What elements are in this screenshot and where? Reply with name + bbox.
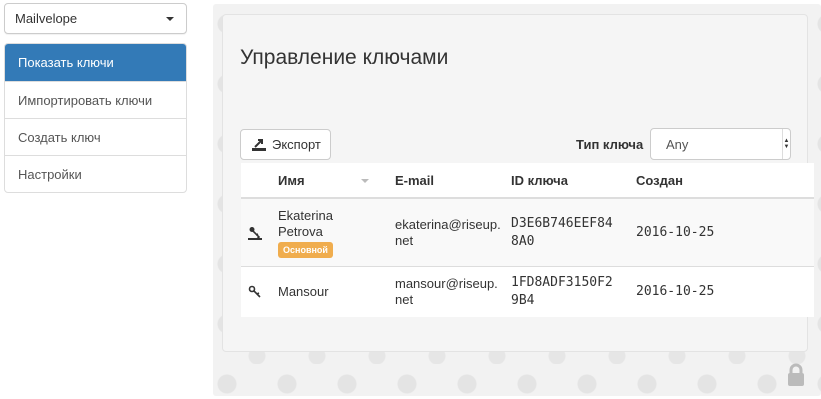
key-email: ekaterina@riseup. net: [395, 216, 501, 248]
select-arrows-icon: ▲ ▼: [782, 129, 790, 159]
key-name: Ekaterina Petrova: [278, 207, 333, 239]
table-row[interactable]: Mansour mansour@riseup. net 1FD8ADF3150F…: [241, 265, 814, 317]
key-name: Mansour: [278, 265, 395, 317]
public-key-icon: [248, 285, 261, 298]
export-button[interactable]: Экспорт: [240, 129, 331, 160]
column-header-icon: [241, 163, 278, 200]
sidebar-item-generate-key[interactable]: Создать ключ: [5, 118, 186, 155]
sidebar-item-label: Импортировать ключи: [18, 92, 153, 108]
key-created-date: 2016-10-25: [636, 265, 814, 317]
export-button-label: Экспорт: [272, 137, 321, 152]
sidebar-item-show-keys[interactable]: Показать ключи: [5, 44, 186, 81]
sidebar-item-label: Настройки: [18, 166, 82, 182]
sidebar-item-label: Создать ключ: [18, 129, 101, 145]
keyring-select[interactable]: Mailvelope: [4, 3, 187, 34]
keypair-icon: [248, 226, 262, 240]
page-title: Управление ключами: [240, 46, 449, 69]
column-header-name[interactable]: Имя: [278, 163, 395, 200]
table-header-row: Имя E-mail ID ключа Создан: [241, 163, 814, 200]
lock-icon: [788, 363, 804, 386]
key-id: 1FD8ADF3150F2 9B4: [511, 274, 613, 308]
column-header-created[interactable]: Создан: [636, 163, 814, 200]
key-id: D3E6B746EEF84 8A0: [511, 215, 613, 249]
export-icon: [252, 138, 266, 151]
column-header-key-id[interactable]: ID ключа: [511, 163, 636, 200]
column-header-email[interactable]: E-mail: [395, 163, 511, 200]
keyring-select-value: Mailvelope: [15, 11, 78, 26]
sidebar-nav: Показать ключи Импортировать ключи Созда…: [4, 43, 187, 193]
sort-caret-icon: [360, 179, 369, 184]
key-type-select[interactable]: Any ▲ ▼: [650, 128, 791, 160]
primary-key-badge: Основной: [278, 241, 333, 258]
table-row[interactable]: Ekaterina Petrova Основной ekaterina@ris…: [241, 198, 814, 267]
key-type-label: Тип ключа: [576, 137, 644, 152]
sidebar-item-settings[interactable]: Настройки: [5, 155, 186, 192]
key-type-value: Any: [666, 136, 689, 152]
key-email: mansour@riseup. net: [395, 275, 498, 307]
chevron-down-icon: [166, 16, 174, 21]
keys-table: Имя E-mail ID ключа Создан Ekaterina Pet…: [241, 163, 814, 317]
sidebar-item-label: Показать ключи: [18, 55, 114, 70]
sidebar-item-import-keys[interactable]: Импортировать ключи: [5, 81, 186, 118]
key-created-date: 2016-10-25: [636, 198, 814, 267]
